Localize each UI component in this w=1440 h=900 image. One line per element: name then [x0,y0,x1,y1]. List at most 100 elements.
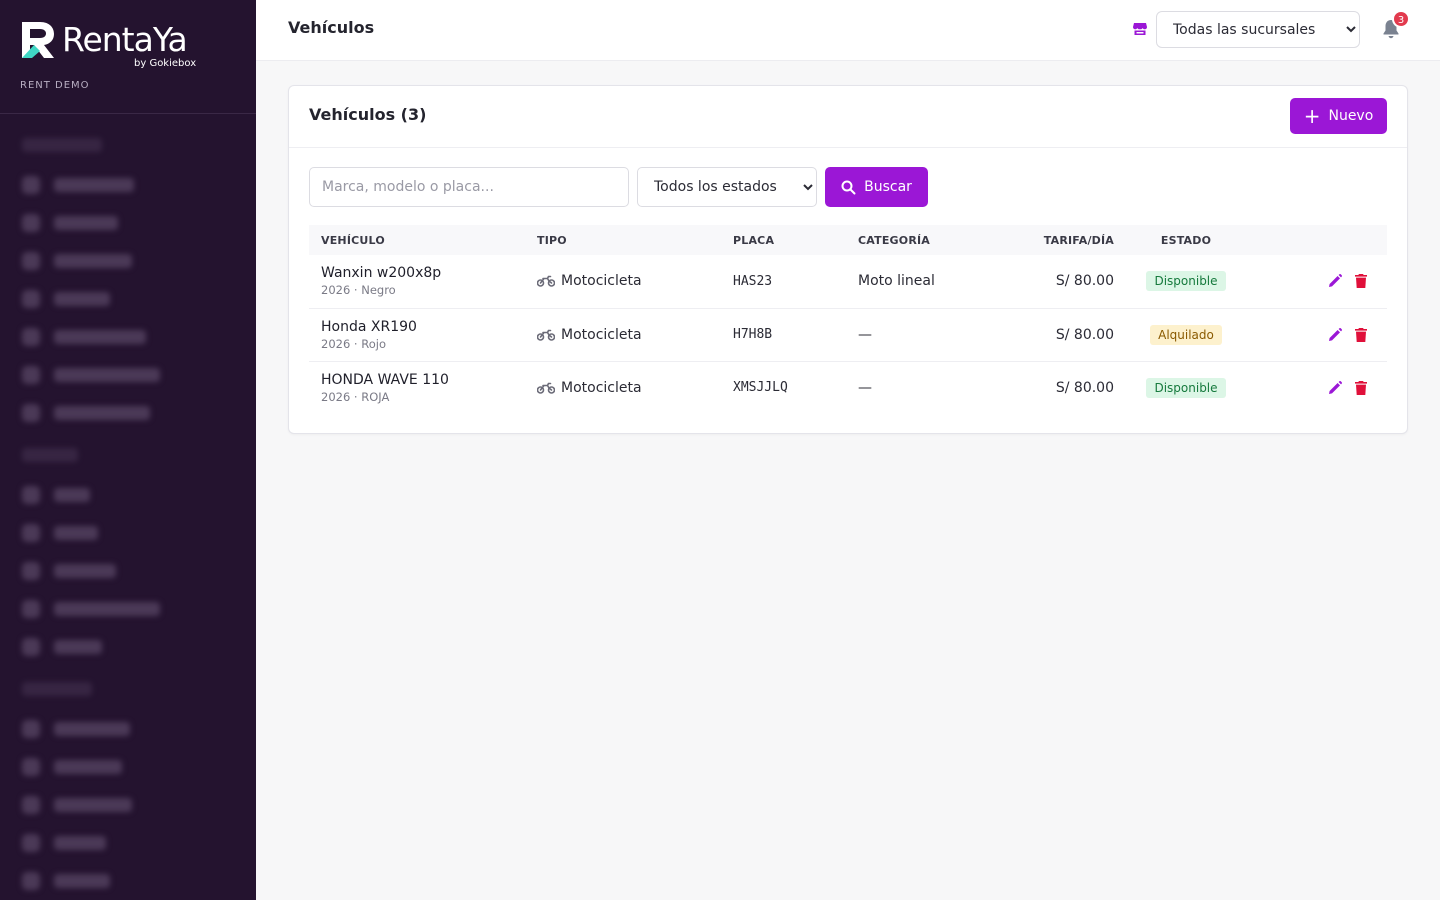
column-header-actions [1246,225,1387,255]
table-row[interactable]: Honda XR190 2026 · Rojo Motocicleta H7H8… [309,308,1387,362]
nav-section-blurred [22,682,92,696]
vehicle-details: 2026 · Rojo [321,336,386,351]
blurred-label [54,836,106,850]
blurred-icon [22,524,40,542]
sidebar-item-blurred[interactable] [0,862,256,900]
blurred-label [54,368,160,382]
blurred-icon [22,758,40,776]
status-badge: Alquilado [1150,324,1222,345]
sidebar-item-blurred[interactable] [0,476,256,514]
category-cell: — [846,308,986,362]
blurred-icon [22,796,40,814]
vehicle-cell: Wanxin w200x8p 2026 · Negro [309,255,525,309]
blurred-icon [22,872,40,890]
category-cell: Moto lineal [846,255,986,309]
blurred-icon [22,214,40,232]
sidebar-item-blurred[interactable] [0,166,256,204]
vehicle-cell: HONDA WAVE 110 2026 · ROJA [309,361,525,414]
sidebar-item-blurred[interactable] [0,394,256,432]
trash-icon [1355,274,1367,289]
notification-badge: 3 [1392,10,1410,28]
sidebar-item-blurred[interactable] [0,318,256,356]
new-vehicle-button[interactable]: + Nuevo [1290,98,1387,134]
brand-name: RentaYa [62,20,188,59]
new-button-label: Nuevo [1328,108,1374,124]
page-title: Vehículos [288,18,375,37]
sidebar-item-blurred[interactable] [0,552,256,590]
status-cell: Disponible [1126,361,1246,414]
sidebar-item-blurred[interactable] [0,748,256,786]
pencil-icon [1329,327,1342,341]
search-input[interactable] [309,167,629,207]
card-title: Vehículos (3) [309,105,427,124]
blurred-label [54,178,134,192]
type-label: Motocicleta [561,379,642,396]
plate-cell: HAS23 [721,255,846,309]
sidebar-nav [0,114,256,900]
search-icon [841,180,856,194]
delete-button[interactable] [1353,273,1369,289]
actions-cell [1246,308,1387,362]
blurred-icon [22,720,40,738]
vehicle-details: 2026 · Negro [321,283,396,298]
edit-button[interactable] [1327,327,1343,343]
brand-by: by Gokiebox [134,58,197,69]
sidebar-item-blurred[interactable] [0,280,256,318]
topbar: Vehículos Todas las sucursales 3 [256,0,1440,61]
blurred-label [54,254,132,268]
sidebar-item-blurred[interactable] [0,824,256,862]
sidebar-item-blurred[interactable] [0,710,256,748]
branch-select[interactable]: Todas las sucursales [1156,11,1360,48]
sidebar-item-blurred[interactable] [0,356,256,394]
delete-button[interactable] [1353,380,1369,396]
actions-cell [1246,361,1387,414]
blurred-label [54,760,122,774]
card-header: Vehículos (3) + Nuevo [289,86,1407,148]
blurred-icon [22,290,40,308]
sidebar-item-blurred[interactable] [0,204,256,242]
blurred-label [54,488,90,502]
column-header-category: CATEGORÍA [846,225,986,255]
blurred-label [54,564,116,578]
blurred-label [54,406,150,420]
blurred-label [54,292,110,306]
blurred-label [54,798,132,812]
search-button[interactable]: Buscar [825,167,928,207]
trash-icon [1355,380,1367,395]
sidebar-item-blurred[interactable] [0,242,256,280]
delete-button[interactable] [1353,327,1369,343]
motorcycle-icon [537,329,555,341]
type-cell: Motocicleta [525,255,721,309]
vehicle-details: 2026 · ROJA [321,389,390,404]
vehicles-card: Vehículos (3) + Nuevo Todos los estados … [288,85,1408,434]
vehicle-name: Wanxin w200x8p [321,265,442,282]
blurred-icon [22,176,40,194]
column-header-plate: PLACA [721,225,846,255]
sidebar-item-blurred[interactable] [0,628,256,666]
column-header-rate: TARIFA/DÍA [986,225,1126,255]
blurred-icon [22,486,40,504]
blurred-label [54,330,146,344]
vehicles-table: VEHÍCULO TIPO PLACA CATEGORÍA TARIFA/DÍA… [309,225,1387,414]
pencil-icon [1329,274,1342,288]
brand-subtitle: RENT DEMO [20,80,90,91]
blurred-icon [22,834,40,852]
table-row[interactable]: Wanxin w200x8p 2026 · Negro Motocicleta … [309,255,1387,309]
type-cell: Motocicleta [525,361,721,414]
nav-section-blurred [22,138,102,152]
sidebar: RentaYa by Gokiebox RENT DEMO [0,0,256,900]
blurred-icon [22,562,40,580]
blurred-icon [22,404,40,422]
logo[interactable]: RentaYa [20,20,236,60]
sidebar-item-blurred[interactable] [0,590,256,628]
table-row[interactable]: HONDA WAVE 110 2026 · ROJA Motocicleta X… [309,361,1387,414]
sidebar-item-blurred[interactable] [0,514,256,552]
column-header-status: ESTADO [1126,225,1246,255]
status-cell: Alquilado [1126,308,1246,362]
status-select[interactable]: Todos los estados [637,167,817,207]
sidebar-item-blurred[interactable] [0,786,256,824]
edit-button[interactable] [1327,380,1343,396]
blurred-icon [22,252,40,270]
store-icon [1133,23,1147,35]
edit-button[interactable] [1327,273,1343,289]
